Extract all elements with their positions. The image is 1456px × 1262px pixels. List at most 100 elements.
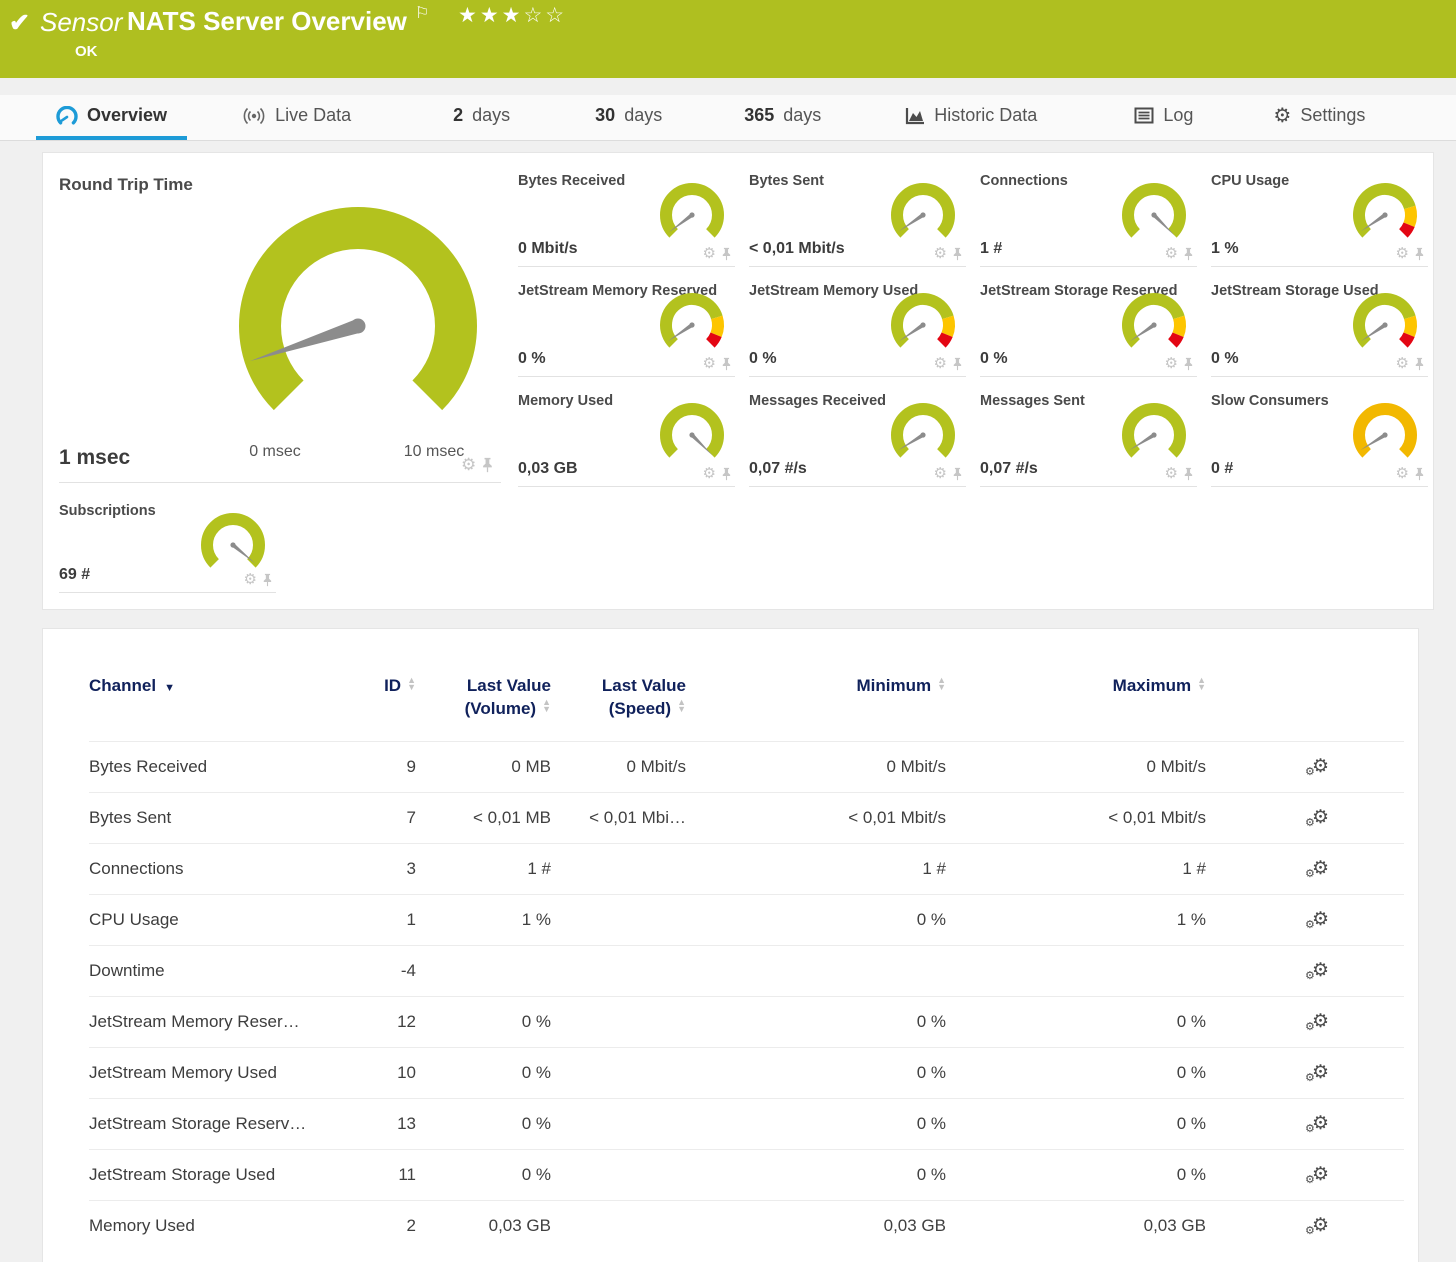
gear-icon[interactable]: ⚙: [1165, 356, 1178, 371]
column-header-id[interactable]: ID▲▼: [329, 675, 416, 741]
pin-icon[interactable]: [262, 573, 273, 587]
channel-settings-icon[interactable]: ⚙: [1312, 961, 1329, 980]
gauge-dial: [1349, 179, 1421, 256]
pin-icon[interactable]: [1414, 467, 1425, 481]
cell-maximum: 0 Mbit/s: [946, 741, 1206, 792]
gauge-title: Slow Consumers: [1211, 393, 1329, 409]
column-header-last-value-speed[interactable]: Last Value(Speed)▲▼: [551, 675, 686, 741]
column-header-last-value-volume[interactable]: Last Value(Volume)▲▼: [416, 675, 551, 741]
tab-365-days[interactable]: 365 days: [724, 95, 841, 140]
cell-id: 11: [329, 1149, 416, 1200]
tab-historic-data[interactable]: Historic Data: [885, 95, 1057, 140]
gear-icon[interactable]: ⚙: [934, 466, 947, 481]
stars-empty[interactable]: ☆☆: [523, 4, 567, 27]
sort-icon: ▲▼: [542, 702, 551, 716]
gauge-value: 0,07 #/s: [749, 460, 807, 478]
pin-icon[interactable]: [1414, 247, 1425, 261]
channel-settings-icon[interactable]: ⚙: [1312, 859, 1329, 878]
gear-icon[interactable]: ⚙: [1396, 246, 1409, 261]
flag-icon[interactable]: ⚐: [415, 3, 429, 23]
cell-channel[interactable]: Bytes Received: [89, 741, 329, 792]
gear-icon[interactable]: ⚙: [934, 356, 947, 371]
gauge-title: Messages Received: [749, 393, 886, 409]
channel-settings-icon[interactable]: ⚙: [1312, 1012, 1329, 1031]
cell-actions: ⚙: [1206, 792, 1404, 843]
tab-2-days[interactable]: 2 days: [433, 95, 530, 140]
column-label: Minimum: [856, 676, 931, 695]
priority-stars[interactable]: ★★★☆☆: [458, 3, 567, 28]
gear-icon[interactable]: ⚙: [1165, 466, 1178, 481]
channel-settings-icon[interactable]: ⚙: [1312, 1114, 1329, 1133]
pin-icon[interactable]: [1183, 357, 1194, 371]
cell-channel[interactable]: Memory Used: [89, 1200, 329, 1251]
cell-last-value-volume: [416, 945, 551, 996]
gauge-card-bytes-sent: Bytes Sent < 0,01 Mbit/s ⚙: [749, 171, 966, 267]
pin-icon[interactable]: [1414, 357, 1425, 371]
pin-icon[interactable]: [952, 247, 963, 261]
table-row-jetstream-memory-used: JetStream Memory Used 10 0 % 0 % 0 % ⚙: [89, 1047, 1404, 1098]
pin-icon[interactable]: [952, 467, 963, 481]
status-check-icon: ✔: [9, 8, 30, 38]
tab-label: Overview: [87, 105, 167, 126]
gear-icon[interactable]: ⚙: [934, 246, 947, 261]
channel-settings-icon[interactable]: ⚙: [1312, 1165, 1329, 1184]
channel-settings-icon[interactable]: ⚙: [1312, 808, 1329, 827]
pin-icon[interactable]: [721, 247, 732, 261]
gear-icon[interactable]: ⚙: [244, 572, 257, 587]
column-header-channel[interactable]: Channel▼: [89, 675, 329, 741]
cell-channel[interactable]: CPU Usage: [89, 894, 329, 945]
sort-icon: ▲▼: [677, 702, 686, 716]
channel-settings-icon[interactable]: ⚙: [1312, 1216, 1329, 1235]
gauge-card-slow-consumers: Slow Consumers 0 # ⚙: [1211, 391, 1428, 487]
cell-last-value-volume: 0 %: [416, 1098, 551, 1149]
cell-channel[interactable]: Bytes Sent: [89, 792, 329, 843]
cell-channel[interactable]: Downtime: [89, 945, 329, 996]
channel-settings-icon[interactable]: ⚙: [1312, 910, 1329, 929]
gear-icon[interactable]: ⚙: [1396, 466, 1409, 481]
gauge-value: 0 %: [749, 350, 777, 368]
column-header-minimum[interactable]: Minimum▲▼: [686, 675, 946, 741]
pin-icon[interactable]: [481, 457, 494, 473]
channel-settings-icon[interactable]: ⚙: [1312, 1063, 1329, 1082]
tab-label: days: [472, 105, 510, 126]
gear-icon[interactable]: ⚙: [1396, 356, 1409, 371]
column-label: (Volume): [465, 699, 536, 718]
cell-channel[interactable]: Connections: [89, 843, 329, 894]
gear-icon[interactable]: ⚙: [703, 466, 716, 481]
cell-maximum: < 0,01 Mbit/s: [946, 792, 1206, 843]
gauge-icon: [56, 106, 78, 126]
cell-channel[interactable]: JetStream Storage Used: [89, 1149, 329, 1200]
cell-channel[interactable]: JetStream Storage Reserv…: [89, 1098, 329, 1149]
tab-log[interactable]: Log: [1114, 95, 1213, 140]
tab-settings[interactable]: ⚙ Settings: [1253, 95, 1385, 140]
column-header-maximum[interactable]: Maximum▲▼: [946, 675, 1206, 741]
table-row-connections: Connections 3 1 # 1 # 1 # ⚙: [89, 843, 1404, 894]
cell-maximum: 1 #: [946, 843, 1206, 894]
sort-icon: ▲▼: [1197, 680, 1206, 694]
gauge-value: 0,07 #/s: [980, 460, 1038, 478]
gear-icon[interactable]: ⚙: [703, 246, 716, 261]
pin-icon[interactable]: [721, 467, 732, 481]
gauge-dial: [1118, 399, 1190, 476]
tab-30-days[interactable]: 30 days: [575, 95, 682, 140]
gauge-card-jetstream-storage-reserved: JetStream Storage Reserved 0 % ⚙: [980, 281, 1197, 377]
gauge-actions: ⚙: [934, 246, 963, 261]
pin-icon[interactable]: [721, 357, 732, 371]
gear-icon[interactable]: ⚙: [703, 356, 716, 371]
tab-live-data[interactable]: Live Data: [222, 95, 371, 140]
divider: [59, 482, 501, 483]
gear-icon[interactable]: ⚙: [461, 456, 476, 473]
stars-filled[interactable]: ★★★: [458, 4, 523, 27]
pin-icon[interactable]: [1183, 467, 1194, 481]
gauge-dial: [656, 289, 728, 366]
cell-channel[interactable]: JetStream Memory Reser…: [89, 996, 329, 1047]
gauge-title: Subscriptions: [59, 503, 156, 519]
tab-overview[interactable]: Overview: [36, 95, 187, 140]
cell-channel[interactable]: JetStream Memory Used: [89, 1047, 329, 1098]
pin-icon[interactable]: [1183, 247, 1194, 261]
pin-icon[interactable]: [952, 357, 963, 371]
channel-settings-icon[interactable]: ⚙: [1312, 757, 1329, 776]
gauge-actions: ⚙: [244, 572, 273, 587]
gauge-card-subscriptions: Subscriptions 69 # ⚙: [59, 501, 276, 593]
gear-icon[interactable]: ⚙: [1165, 246, 1178, 261]
